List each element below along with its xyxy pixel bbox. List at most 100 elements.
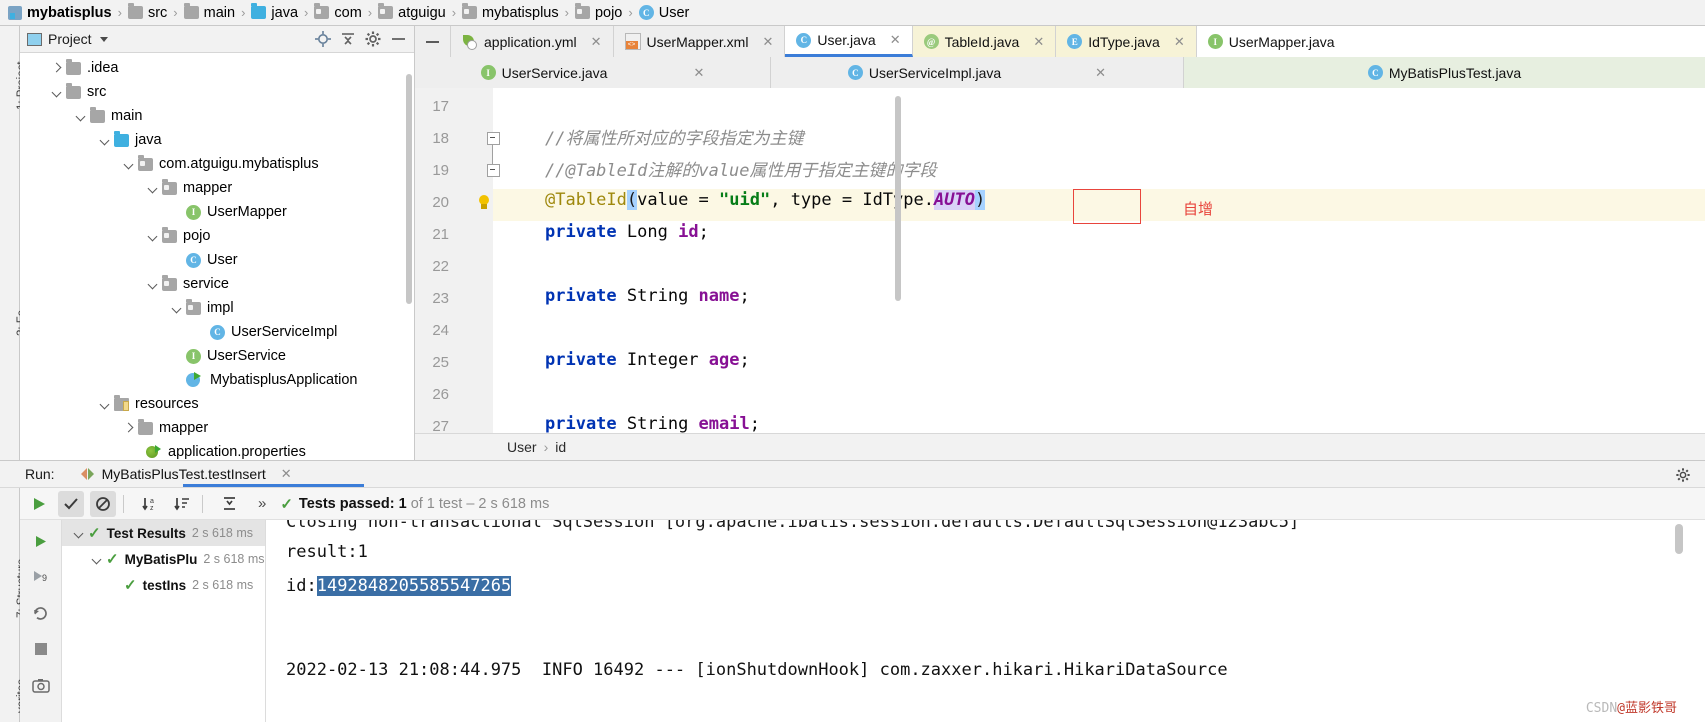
tree-node-label: com.atguigu.mybatisplus (159, 156, 319, 172)
play-small-icon[interactable] (26, 526, 56, 556)
test-tree-row-method[interactable]: ✓ testIns 2 s 618 ms (62, 572, 265, 598)
close-icon[interactable]: ✕ (693, 65, 704, 81)
console-line-id: id:1492848205585547265 (286, 576, 512, 596)
tab-userservice-java[interactable]: I UserService.java ✕ (415, 57, 771, 88)
console-scrollbar[interactable] (1675, 524, 1683, 554)
tab-idtype-java[interactable]: E IdType.java ✕ (1056, 26, 1197, 57)
breadcrumb-item-java[interactable]: java (249, 0, 300, 25)
breadcrumb-item-mybatisplus[interactable]: mybatisplus (6, 0, 114, 25)
close-icon[interactable]: ✕ (1095, 65, 1106, 81)
chevron-down-icon[interactable] (98, 397, 112, 411)
rerun-icon[interactable] (26, 491, 52, 517)
sort-alphabetically-icon[interactable]: az (137, 491, 163, 517)
chevron-down-icon[interactable] (50, 85, 64, 99)
editor-breadcrumb-class[interactable]: User (507, 439, 537, 455)
tree-node-userservice[interactable]: I UserService (20, 344, 414, 368)
chevron-down-icon[interactable] (122, 157, 136, 171)
tab-user-java[interactable]: C User.java ✕ (785, 26, 913, 57)
hide-panel-icon[interactable] (389, 30, 407, 48)
tree-node-com-atguigu-mybatisplus[interactable]: com.atguigu.mybatisplus (20, 152, 414, 176)
intention-bulb-icon[interactable] (477, 195, 491, 211)
locate-target-icon[interactable] (314, 30, 332, 48)
tree-node-idea[interactable]: .idea (20, 56, 414, 80)
chevron-down-icon[interactable] (98, 133, 112, 147)
tab-userserviceimpl-java[interactable]: C UserServiceImpl.java ✕ (771, 57, 1184, 88)
editor-gutter[interactable]: 17 18 19 20 21 22 23 24 25 26 27 (415, 88, 500, 433)
code-content[interactable]: //将属性所对应的字段指定为主键 //@TableId注解的value属性用于指… (493, 88, 1705, 433)
tree-node-impl[interactable]: impl (20, 296, 414, 320)
stop-icon[interactable] (26, 634, 56, 664)
package-icon (314, 3, 330, 19)
tree-node-service[interactable]: service (20, 272, 414, 296)
tree-node-user[interactable]: C User (20, 248, 414, 272)
breadcrumb-item-mybatisplus-pkg[interactable]: mybatisplus (460, 0, 561, 25)
line-number: 26 (432, 386, 449, 403)
toolbar-divider (202, 494, 203, 513)
show-ignored-icon[interactable] (90, 490, 116, 517)
close-icon[interactable]: ✕ (890, 32, 901, 48)
tree-node-java[interactable]: java (20, 128, 414, 152)
tree-node-userserviceimpl[interactable]: C UserServiceImpl (20, 320, 414, 344)
expand-collapse-icon[interactable] (216, 491, 242, 517)
toolbar-overflow-icon[interactable]: » (258, 495, 266, 512)
close-icon[interactable]: ✕ (281, 466, 292, 482)
chevron-down-icon[interactable] (90, 552, 104, 566)
tree-node-mapper[interactable]: mapper (20, 176, 414, 200)
chevron-down-icon[interactable] (72, 526, 86, 540)
console-id-value[interactable]: 1492848205585547265 (316, 576, 512, 596)
chevron-right-icon[interactable] (50, 61, 64, 75)
collapse-all-icon[interactable] (339, 30, 357, 48)
chevron-down-icon[interactable] (146, 229, 160, 243)
test-tree-row-results[interactable]: ✓ Test Results 2 s 618 ms (62, 520, 265, 546)
tree-node-resources-mapper[interactable]: mapper (20, 416, 414, 440)
gear-icon[interactable] (1675, 467, 1691, 483)
tree-node-application-properties[interactable]: application.properties (20, 440, 414, 460)
breadcrumb-item-src[interactable]: src (126, 0, 169, 25)
chevron-down-icon[interactable] (170, 301, 184, 315)
editor-scrollbar[interactable] (895, 96, 901, 301)
breadcrumb-label: com (334, 4, 362, 21)
chevron-right-icon[interactable] (122, 421, 136, 435)
console-output[interactable]: Closing non-transactional SqlSession [or… (266, 520, 1685, 722)
module-icon (8, 5, 22, 20)
breadcrumb-item-user[interactable]: C User (637, 0, 692, 25)
chevron-down-icon[interactable] (146, 277, 160, 291)
tab-mybatisplustest-java[interactable]: C MyBatisPlusTest.java (1184, 57, 1705, 88)
hide-tabs-icon[interactable] (415, 26, 451, 57)
project-panel-title: Project (48, 31, 92, 47)
breadcrumb-item-com[interactable]: com (312, 0, 363, 25)
editor-breadcrumb-field[interactable]: id (555, 439, 566, 455)
tab-usermapper-java[interactable]: I UserMapper.java (1196, 26, 1705, 57)
rerun-failed-icon[interactable] (26, 598, 56, 628)
tab-application-yml[interactable]: application.yml ✕ (451, 26, 614, 57)
chevron-down-icon[interactable] (74, 109, 88, 123)
close-icon[interactable]: ✕ (1033, 34, 1044, 50)
breadcrumb-item-atguigu[interactable]: atguigu (376, 0, 448, 25)
annotation-icon: @ (923, 34, 939, 49)
tree-node-main[interactable]: main (20, 104, 414, 128)
close-icon[interactable]: ✕ (591, 34, 602, 50)
test-tree-row-class[interactable]: ✓ MyBatisPlu 2 s 618 ms (62, 546, 265, 572)
test-class-icon: C (1367, 65, 1383, 80)
close-icon[interactable]: ✕ (1174, 34, 1185, 50)
tree-node-src[interactable]: src (20, 80, 414, 104)
sort-by-duration-icon[interactable] (169, 491, 195, 517)
project-scrollbar[interactable] (406, 74, 412, 304)
chevron-down-icon[interactable] (146, 181, 160, 195)
breadcrumb-item-main[interactable]: main (182, 0, 237, 25)
tree-node-resources[interactable]: resources (20, 392, 414, 416)
tree-node-pojo[interactable]: pojo (20, 224, 414, 248)
breadcrumb-item-pojo[interactable]: pojo (573, 0, 624, 25)
tab-usermapper-xml[interactable]: UserMapper.xml ✕ (613, 26, 786, 57)
debug-icon[interactable]: 9 (26, 562, 56, 592)
test-results-tree[interactable]: ✓ Test Results 2 s 618 ms ✓ MyBatisPlu 2… (62, 520, 266, 722)
gear-icon[interactable] (364, 30, 382, 48)
chevron-down-icon[interactable] (99, 36, 108, 42)
code-editor[interactable]: 17 18 19 20 21 22 23 24 25 26 27 //将属性所对… (415, 88, 1705, 433)
screenshot-icon[interactable] (26, 670, 56, 700)
close-icon[interactable]: ✕ (762, 34, 773, 50)
tab-tableid-java[interactable]: @ TableId.java ✕ (912, 26, 1057, 57)
tree-node-usermapper[interactable]: I UserMapper (20, 200, 414, 224)
tree-node-mybatisplusapplication[interactable]: MybatisplusApplication (20, 368, 414, 392)
show-passed-icon[interactable] (58, 490, 84, 517)
